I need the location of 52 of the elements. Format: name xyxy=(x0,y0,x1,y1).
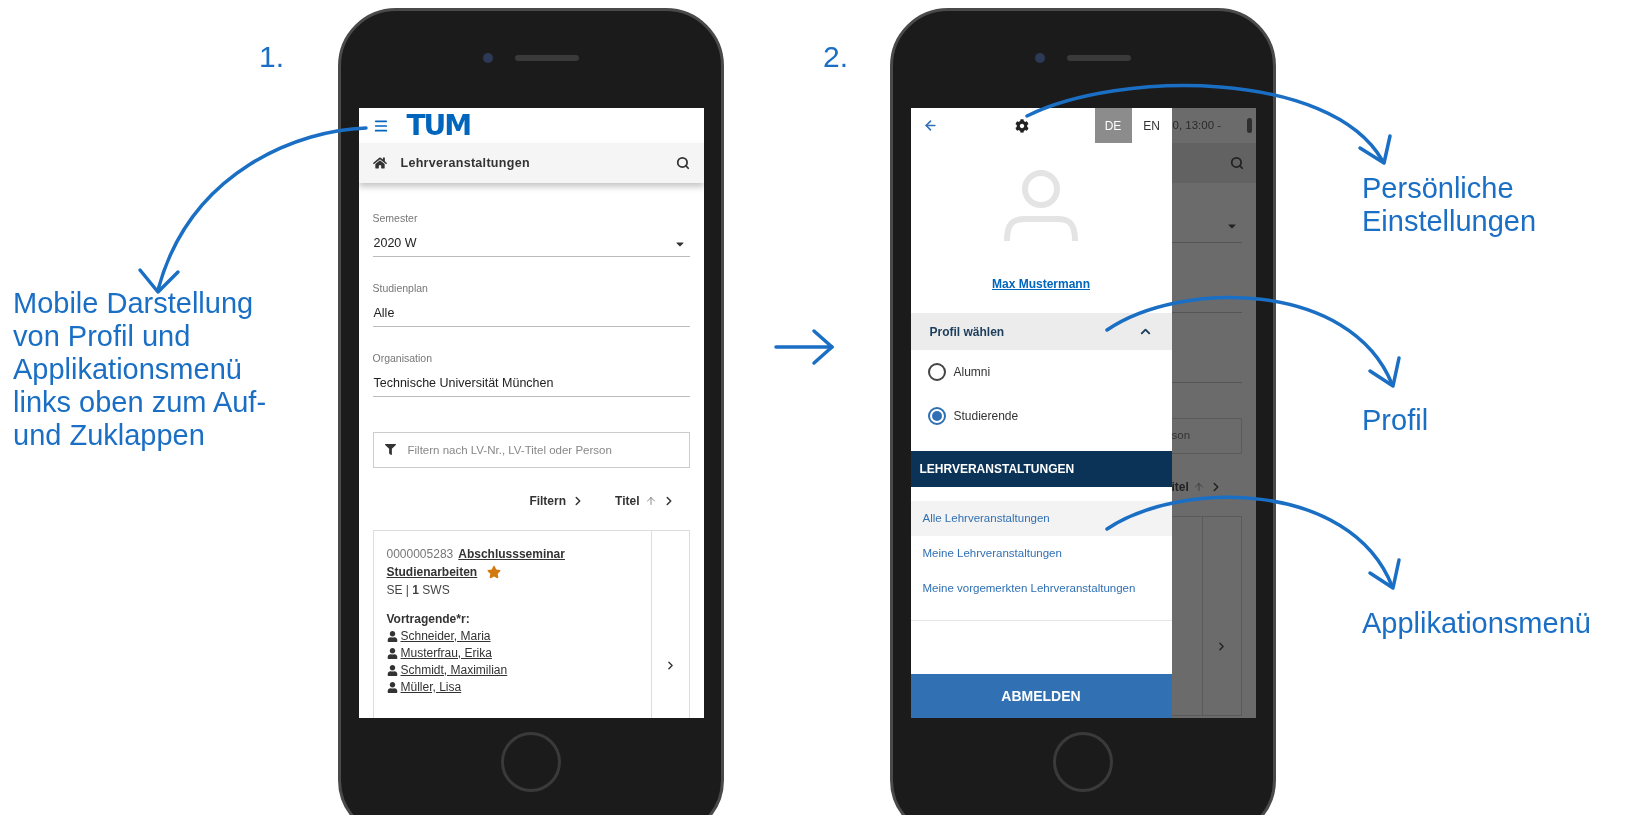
arrow-up-icon xyxy=(644,495,657,507)
field-label: Semester xyxy=(372,211,419,225)
arrow-up-icon xyxy=(1192,481,1205,493)
search-icon xyxy=(1229,156,1244,170)
annotation-label: Profil xyxy=(1362,404,1430,437)
speaker-grille xyxy=(1067,54,1131,61)
time-text: 0, 13:00 - xyxy=(1172,117,1222,133)
lecturer-link[interactable]: Schmidt, Maximilian xyxy=(400,662,508,679)
camera-lens xyxy=(1035,52,1045,63)
speaker-grille xyxy=(515,54,579,61)
page-title: Lehrveranstaltungen xyxy=(400,154,530,172)
lecturer-link[interactable]: Müller, Lisa xyxy=(400,679,462,696)
input-field[interactable]: Alle xyxy=(372,301,690,327)
annotation-label: Persönliche Einstellungen xyxy=(1362,172,1538,238)
star-icon[interactable] xyxy=(486,565,501,579)
funnel-icon xyxy=(384,444,396,455)
step-caption: Mobile Darstellung von Profil und Applikationsmenü links oben zum Auf- und Zuklappen xyxy=(13,287,268,452)
person-icon xyxy=(386,631,398,642)
radio-label: Studierende xyxy=(953,408,1019,425)
select-field[interactable]: 2020 W xyxy=(372,231,690,257)
sort-label-fragment: itel xyxy=(1171,479,1189,496)
sort-button[interactable]: Titel xyxy=(615,492,676,510)
field-label: Organisation xyxy=(372,351,434,365)
settings-icon[interactable] xyxy=(1014,118,1029,133)
radio-label: Alumni xyxy=(953,364,991,381)
profile-section-header[interactable]: Profil wählen xyxy=(910,313,1172,350)
annotation-label: Applikationsmenü xyxy=(1362,607,1592,640)
person-icon xyxy=(386,648,398,659)
filter-button[interactable]: Filtern xyxy=(529,492,586,510)
logo: TUM xyxy=(406,111,471,140)
logout-button[interactable]: ABMELDEN xyxy=(910,674,1172,718)
step-number: 1. xyxy=(259,40,286,74)
input-field[interactable]: Technische Universität München xyxy=(372,371,690,397)
radio-button[interactable] xyxy=(927,407,946,425)
lecturer-link[interactable]: Schneider, Maria xyxy=(400,628,491,645)
camera-lens xyxy=(483,52,493,63)
course-type: SE | 1 SWS xyxy=(386,582,451,599)
search-icon[interactable] xyxy=(675,156,690,170)
user-name-link[interactable]: Max Mustermann xyxy=(992,275,1090,293)
person-icon xyxy=(386,682,398,693)
lecturer-link[interactable]: Musterfrau, Erika xyxy=(400,645,492,662)
filter-field[interactable]: Filtern nach LV-Nr., LV-Titel oder Person xyxy=(372,432,690,468)
home-icon[interactable] xyxy=(372,156,387,170)
menu-item[interactable]: Alle Lehrveranstaltungen xyxy=(910,501,1172,536)
course-heading[interactable]: 0000005283 Abschlussseminar Studienarbeiten xyxy=(386,545,577,581)
scrollbar-thumb xyxy=(1246,118,1252,133)
person-icon xyxy=(386,665,398,676)
radio-button[interactable] xyxy=(927,363,946,381)
field-label: Studienplan xyxy=(372,281,429,295)
menu-section-header: LEHRVERANSTALTUNGEN xyxy=(910,451,1172,487)
lecturers-label: Vortragende*r: xyxy=(386,611,471,628)
step-number: 2. xyxy=(823,40,850,74)
